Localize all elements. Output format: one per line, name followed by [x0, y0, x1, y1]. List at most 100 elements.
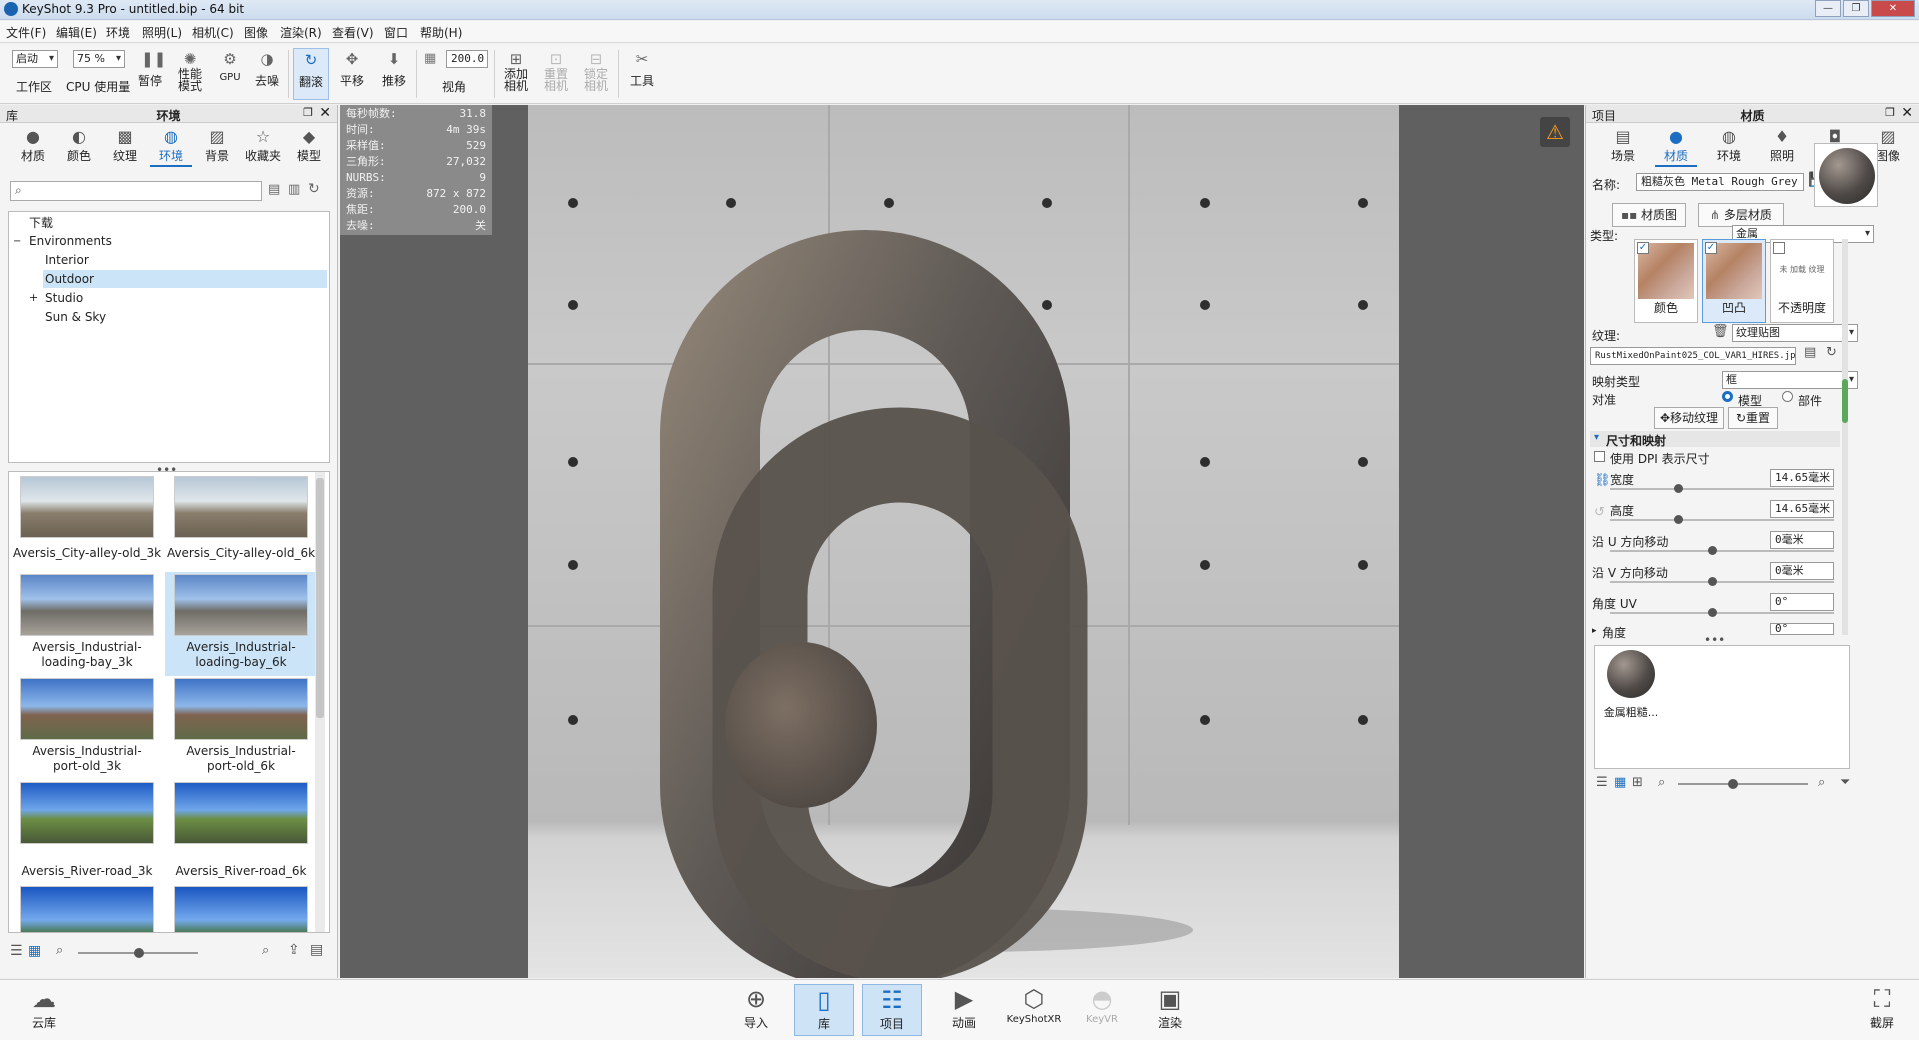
- tab-colors[interactable]: ◐ 颜色: [58, 127, 100, 167]
- texture-file-input[interactable]: RustMixedOnPaint025_COL_VAR1_HIRES.jpg: [1590, 347, 1796, 365]
- thumbnail-item[interactable]: Aversis_City-alley-old_6k: [165, 474, 317, 564]
- keyvr-button[interactable]: ◓ KeyVR: [1072, 984, 1132, 1036]
- scrollbar-thumb[interactable]: [316, 478, 324, 718]
- tab-scene[interactable]: ▤ 场景: [1602, 127, 1644, 167]
- thumbnail-item[interactable]: Aversis_Industrial-port-old_6k: [165, 676, 317, 776]
- move-texture-button[interactable]: ✥移动纹理: [1654, 407, 1724, 429]
- tree-node-environments[interactable]: Environments: [29, 232, 327, 250]
- tab-environments[interactable]: ◍ 环境: [150, 127, 192, 167]
- close-window-button[interactable]: ✕: [1871, 0, 1915, 17]
- swatch-size-slider[interactable]: [1678, 783, 1808, 785]
- material-graph-button[interactable]: ▪▪ 材质图: [1612, 203, 1686, 227]
- slider-knob[interactable]: [1728, 779, 1738, 789]
- reset-camera-button[interactable]: ⊡ 重置 相机: [538, 48, 574, 100]
- shift-u-input[interactable]: 0毫米: [1770, 531, 1834, 549]
- tab-materials[interactable]: ● 材质: [12, 127, 54, 167]
- menu-help[interactable]: 帮助(H): [420, 24, 462, 41]
- angle-uv-slider[interactable]: [1610, 612, 1834, 614]
- lock-camera-button[interactable]: ⊟ 锁定 相机: [578, 48, 614, 100]
- tree-node-outdoor[interactable]: Outdoor: [43, 270, 327, 288]
- warning-icon[interactable]: ⚠: [1540, 117, 1570, 147]
- reset-button[interactable]: ↻重置: [1728, 407, 1778, 429]
- add-camera-button[interactable]: ⊞ 添加 相机: [498, 48, 534, 100]
- workspace-select[interactable]: 启动: [12, 50, 58, 68]
- width-input[interactable]: 14.65毫米: [1770, 469, 1834, 487]
- tab-models[interactable]: ◆ 模型: [288, 127, 330, 167]
- slider-knob[interactable]: [1708, 608, 1717, 617]
- close-panel-icon[interactable]: ✕: [1901, 105, 1913, 121]
- cloud-library-button[interactable]: ☁ 云库: [14, 984, 74, 1036]
- import-button[interactable]: ⊕ 导入: [726, 984, 786, 1036]
- shift-v-slider[interactable]: [1610, 581, 1834, 583]
- menu-window[interactable]: 窗口: [384, 24, 408, 41]
- menu-file[interactable]: 文件(F): [6, 24, 46, 41]
- gpu-button[interactable]: ⚙ GPU: [214, 48, 246, 100]
- tree-view-icon[interactable]: ⊞: [1632, 775, 1643, 790]
- dolly-button[interactable]: ⬇ 推移: [376, 48, 412, 100]
- open-file-icon[interactable]: ▤: [1804, 345, 1816, 360]
- width-slider[interactable]: [1610, 488, 1834, 490]
- tab-favorites[interactable]: ☆ 收藏夹: [242, 127, 284, 167]
- align-model-radio[interactable]: [1722, 391, 1733, 402]
- thumbnails-scrollbar[interactable]: [315, 472, 325, 932]
- cpu-usage-select[interactable]: 75 %: [73, 50, 125, 68]
- close-panel-icon[interactable]: ✕: [319, 105, 331, 121]
- thumbnail-item[interactable]: Aversis_Industrial-loading-bay_3k: [11, 572, 163, 672]
- angle-uv-input[interactable]: 0°: [1770, 593, 1834, 611]
- zoom-out-icon[interactable]: ⌕: [1658, 775, 1665, 790]
- list-view-icon[interactable]: ☰: [10, 943, 23, 959]
- zoom-in-icon[interactable]: ⌕: [1818, 775, 1825, 790]
- texture-card-color[interactable]: ✓ 颜色: [1634, 239, 1698, 323]
- filter-icon[interactable]: ⏷: [1840, 775, 1850, 790]
- height-input[interactable]: 14.65毫米: [1770, 500, 1834, 518]
- unlink-icon[interactable]: ↺: [1594, 505, 1605, 520]
- reload-icon[interactable]: ↻: [1826, 345, 1837, 360]
- slider-knob[interactable]: [1674, 515, 1683, 524]
- minimize-button[interactable]: —: [1815, 0, 1841, 17]
- restore-button[interactable]: ❐: [1843, 0, 1869, 17]
- float-panel-icon[interactable]: ❐: [1885, 106, 1895, 119]
- zoom-in-icon[interactable]: ⌕: [262, 943, 269, 958]
- mapping-type-select[interactable]: 框: [1722, 371, 1858, 389]
- thumbnail-item[interactable]: [11, 884, 163, 932]
- angle-input[interactable]: 0°: [1770, 623, 1834, 635]
- tools-button[interactable]: ✂ 工具: [624, 48, 660, 100]
- multi-material-button[interactable]: ⋔ 多层材质: [1698, 203, 1784, 227]
- tab-lighting[interactable]: ♦ 照明: [1761, 127, 1803, 167]
- material-swatch[interactable]: 金属粗糙...: [1599, 650, 1663, 720]
- folder-open-icon[interactable]: ▤: [268, 182, 280, 197]
- library-search-input[interactable]: ⌕: [10, 181, 262, 201]
- refresh-icon[interactable]: ↻: [308, 181, 320, 197]
- zoom-out-icon[interactable]: ⌕: [56, 943, 63, 958]
- thumbnail-item[interactable]: Aversis_City-alley-old_3k: [11, 474, 163, 564]
- bump-checkbox[interactable]: ✓: [1705, 242, 1717, 254]
- menu-render[interactable]: 渲染(R): [280, 24, 322, 41]
- pan-button[interactable]: ✥ 平移: [334, 48, 370, 100]
- texture-card-bump[interactable]: ✓ 凹凸: [1702, 239, 1766, 323]
- link-icon[interactable]: ⛓: [1594, 473, 1611, 488]
- pause-button[interactable]: ❚❚ 暂停: [134, 48, 166, 100]
- use-dpi-checkbox[interactable]: [1594, 451, 1605, 462]
- delete-texture-icon[interactable]: 🗑: [1712, 324, 1729, 339]
- tab-environment[interactable]: ◍ 环境: [1708, 127, 1750, 167]
- fov-input[interactable]: 200.0: [446, 50, 488, 68]
- color-checkbox[interactable]: ✓: [1637, 242, 1649, 254]
- height-slider[interactable]: [1610, 519, 1834, 521]
- tab-textures[interactable]: ▩ 纹理: [104, 127, 146, 167]
- thumbnail-item[interactable]: Aversis_River-road_3k: [11, 780, 163, 880]
- menu-view[interactable]: 查看(V): [332, 24, 374, 41]
- shift-v-input[interactable]: 0毫米: [1770, 562, 1834, 580]
- float-panel-icon[interactable]: ❐: [303, 106, 313, 119]
- collapse-icon[interactable]: −: [13, 233, 21, 251]
- grid-view-icon[interactable]: ▦: [1614, 775, 1626, 790]
- tab-material[interactable]: ● 材质: [1655, 127, 1697, 167]
- slider-knob[interactable]: [134, 948, 144, 958]
- folder-add-icon[interactable]: ▥: [288, 182, 300, 197]
- shift-u-slider[interactable]: [1610, 550, 1834, 552]
- chevron-right-icon[interactable]: ▸: [1592, 626, 1597, 636]
- expand-icon[interactable]: +: [29, 289, 38, 307]
- thumbnail-item-selected[interactable]: Aversis_Industrial-loading-bay_6k: [165, 572, 317, 676]
- menu-image[interactable]: 图像: [244, 24, 268, 41]
- tumble-button[interactable]: ↻ 翻滚: [293, 48, 329, 100]
- tree-node-interior[interactable]: Interior: [45, 251, 327, 269]
